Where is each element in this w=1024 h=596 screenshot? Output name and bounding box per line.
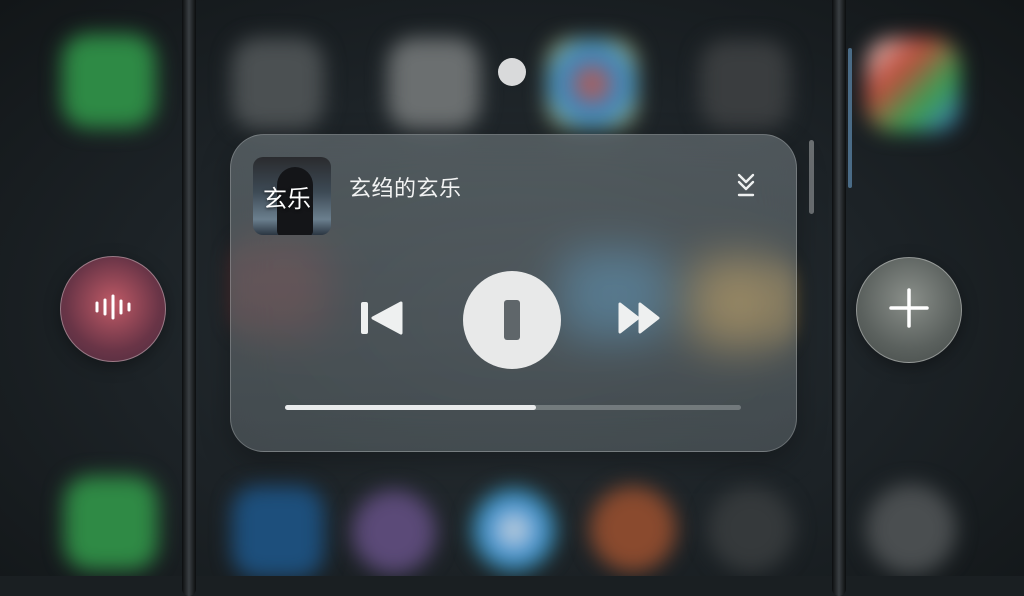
album-cover[interactable]: 玄乐 (253, 157, 331, 235)
voice-wave-icon (91, 292, 135, 326)
add-button[interactable] (856, 257, 962, 363)
skip-previous-icon (359, 298, 405, 342)
blurred-app-icon (708, 486, 794, 572)
music-player-card[interactable]: 玄乐 玄绉的玄乐 (230, 134, 797, 452)
collapse-button[interactable] (731, 171, 761, 201)
playback-progress-bar[interactable] (285, 405, 741, 410)
blurred-app-icon (472, 488, 556, 572)
blurred-app-icon (388, 38, 480, 130)
side-button (848, 48, 852, 188)
blurred-app-icon (62, 34, 156, 128)
blurred-app-icon (546, 38, 638, 130)
blurred-app-icon (866, 38, 960, 132)
blurred-app-icon (866, 484, 956, 574)
voice-assistant-button[interactable] (60, 256, 166, 362)
chevron-double-down-icon (731, 173, 761, 205)
phone-frame-right (832, 0, 846, 596)
plus-icon (887, 286, 931, 334)
dynamic-island-dot (498, 58, 526, 86)
scroll-indicator[interactable] (809, 140, 814, 214)
pause-icon (504, 300, 520, 340)
play-pause-button[interactable] (463, 271, 561, 369)
skip-next-icon (616, 298, 664, 342)
blurred-app-icon (64, 476, 158, 570)
blurred-app-icon (232, 38, 324, 130)
blurred-app-icon (352, 490, 436, 574)
phone-frame-left (182, 0, 196, 596)
next-track-button[interactable] (615, 295, 665, 345)
blurred-app-icon (590, 486, 676, 572)
track-title: 玄绉的玄乐 (349, 177, 462, 202)
progress-fill (285, 405, 536, 410)
previous-track-button[interactable] (357, 295, 407, 345)
blurred-app-icon (700, 40, 790, 130)
cover-text: 玄乐 (263, 185, 311, 213)
blurred-app-icon (232, 486, 324, 576)
